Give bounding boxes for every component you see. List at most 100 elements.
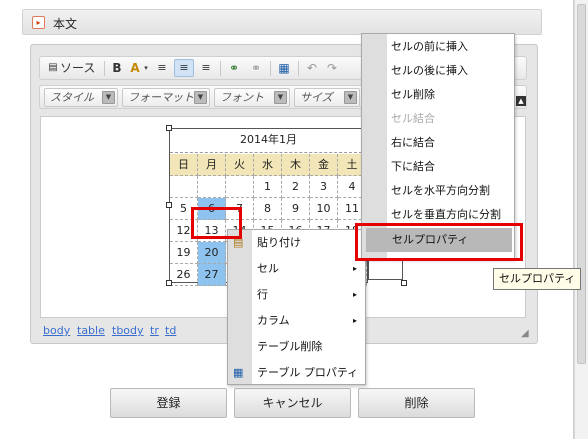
highlight-box-cell (191, 207, 242, 239)
cell-submenu-item-label: セル結合 (391, 112, 435, 125)
align-right-icon[interactable]: ≡ (198, 60, 214, 76)
context-menu-item-label: セル (257, 262, 279, 275)
path-link-body[interactable]: body (43, 324, 70, 337)
cell-submenu-item[interactable]: セル削除 (362, 83, 514, 107)
align-center-icon[interactable]: ≡ (174, 59, 194, 77)
calendar-day-cell[interactable]: 20 (198, 242, 226, 264)
calendar-day-cell[interactable]: 8 (254, 198, 282, 220)
scrollbar-thumb[interactable] (577, 4, 586, 364)
cell-submenu-item[interactable]: セルの前に挿入 (362, 35, 514, 59)
style-select-label: スタイル (50, 91, 94, 104)
doc-icon: ▸ (32, 16, 45, 29)
format-select[interactable]: フォーマット ▼ (122, 88, 210, 107)
bold-button[interactable]: B (110, 60, 124, 76)
toolbar-separator (220, 61, 221, 76)
context-menu-item-label: 貼り付け (257, 236, 301, 249)
calendar-day-cell[interactable]: 2 (282, 176, 310, 198)
size-select-label: サイズ (300, 91, 333, 104)
calendar-day-cell[interactable]: 3 (310, 176, 338, 198)
font-color-button[interactable]: A (128, 60, 142, 76)
calendar-header-cell[interactable]: 木 (282, 154, 310, 176)
cell-submenu-item-label: セルの前に挿入 (391, 40, 468, 53)
font-select-label: フォント (220, 91, 264, 104)
redo-icon[interactable]: ↷ (324, 60, 340, 76)
size-select[interactable]: サイズ ▼ (294, 88, 360, 107)
context-menu-item-label: テーブル プロパティ (257, 366, 359, 379)
calendar-day-cell[interactable]: 9 (282, 198, 310, 220)
chevron-down-icon: ▼ (194, 91, 207, 104)
calendar-day-cell[interactable] (226, 176, 254, 198)
context-menu: ▤ 貼り付け セル ▸ 行 ▸ カラム ▸ テーブル削除 ▦ テーブル プロパティ (227, 229, 366, 385)
context-menu-item-label: テーブル削除 (257, 340, 323, 353)
section-title: 本文 (53, 17, 78, 31)
cell-submenu-item[interactable]: 右に結合 (362, 131, 514, 155)
calendar-header-cell[interactable]: 月 (198, 154, 226, 176)
calendar-header-cell[interactable]: 金 (310, 154, 338, 176)
submenu-arrow-icon: ▸ (352, 316, 357, 325)
submenu-arrow-icon: ▸ (352, 290, 357, 299)
chevron-down-icon: ▼ (344, 91, 357, 104)
toolbar-separator (298, 61, 299, 76)
toolbar-separator (104, 61, 105, 76)
calendar-title: 2014年1月 (170, 129, 367, 153)
table-icon: ▦ (233, 366, 244, 379)
calendar-day-cell[interactable] (170, 176, 198, 198)
context-menu-item[interactable]: テーブル削除 (228, 334, 365, 360)
calendar-day-cell[interactable] (198, 176, 226, 198)
path-link-td[interactable]: td (165, 324, 176, 337)
context-menu-item[interactable]: ▤ 貼り付け (228, 230, 365, 256)
cell-submenu-item[interactable]: セルの後に挿入 (362, 59, 514, 83)
calendar-day-cell[interactable]: 1 (254, 176, 282, 198)
calendar-header-cell[interactable]: 火 (226, 154, 254, 176)
source-button[interactable]: ソース (60, 60, 100, 76)
cell-submenu-item-label: セルを水平方向分割 (391, 184, 490, 197)
page-scrollbar[interactable] (574, 0, 588, 439)
resize-grip-icon[interactable]: ◢ (521, 328, 529, 339)
path-link-tr[interactable]: tr (150, 324, 159, 337)
context-menu-item[interactable]: ▦ テーブル プロパティ (228, 360, 365, 386)
tooltip: セルプロパティ (493, 268, 582, 290)
cell-submenu-item[interactable]: セルを水平方向分割 (362, 179, 514, 203)
cell-submenu-item-label: セルの後に挿入 (391, 64, 468, 77)
resize-handle[interactable] (166, 280, 172, 286)
link-icon[interactable]: ⚭ (225, 60, 243, 76)
chevron-down-icon[interactable]: ▾ (142, 60, 150, 76)
font-select[interactable]: フォント ▼ (214, 88, 290, 107)
cell-submenu-item-label: セル削除 (391, 88, 435, 101)
resize-handle[interactable] (166, 125, 172, 131)
source-icon: ▤ (48, 62, 58, 73)
highlight-box-menu-item (355, 223, 523, 261)
cell-submenu-item[interactable]: 下に結合 (362, 155, 514, 179)
path-link-table[interactable]: table (77, 324, 105, 337)
resize-handle[interactable] (166, 202, 172, 208)
chevron-down-icon: ▼ (274, 91, 287, 104)
section-header: ▸ 本文 (22, 9, 542, 35)
cell-submenu-item: セル結合 (362, 107, 514, 131)
path-link-tbody[interactable]: tbody (112, 324, 144, 337)
editor-scroll-up-icon[interactable]: ▲ (516, 96, 526, 106)
context-menu-item[interactable]: 行 ▸ (228, 282, 365, 308)
calendar-day-cell[interactable]: 10 (310, 198, 338, 220)
register-button[interactable]: 登録 (110, 388, 227, 418)
calendar-day-cell[interactable]: 26 (170, 264, 198, 286)
table-icon[interactable]: ▦ (276, 60, 292, 76)
cell-submenu-item-label: 下に結合 (391, 160, 435, 173)
calendar-day-cell[interactable]: 19 (170, 242, 198, 264)
context-menu-item[interactable]: カラム ▸ (228, 308, 365, 334)
context-menu-item-label: 行 (257, 288, 268, 301)
cell-submenu-item-label: 右に結合 (391, 136, 435, 149)
style-select[interactable]: スタイル ▼ (44, 88, 118, 107)
cancel-button[interactable]: キャンセル (234, 388, 351, 418)
calendar-header-cell[interactable]: 水 (254, 154, 282, 176)
toolbar-separator (270, 61, 271, 76)
unlink-icon[interactable]: ⚭ (247, 60, 265, 76)
calendar-header-cell[interactable]: 日 (170, 154, 198, 176)
undo-icon[interactable]: ↶ (304, 60, 320, 76)
format-select-label: フォーマット (128, 91, 194, 104)
calendar-day-cell[interactable]: 27 (198, 264, 226, 286)
context-menu-item[interactable]: セル ▸ (228, 256, 365, 282)
align-left-icon[interactable]: ≡ (154, 60, 170, 76)
chevron-down-icon: ▼ (102, 91, 115, 104)
resize-handle[interactable] (401, 280, 407, 286)
delete-button[interactable]: 削除 (358, 388, 475, 418)
